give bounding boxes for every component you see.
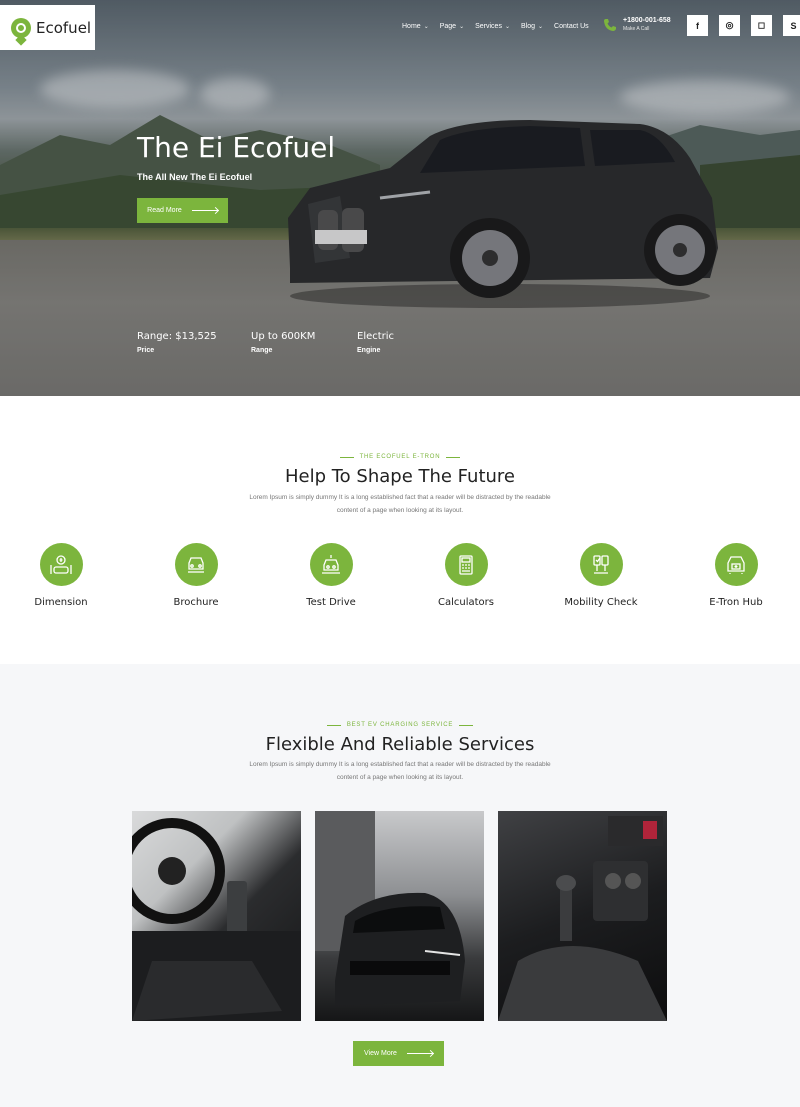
skype-icon[interactable]: S xyxy=(783,15,800,36)
arrow-right-icon xyxy=(191,210,218,211)
service-image-interior[interactable] xyxy=(132,811,301,1021)
stat-value: Up to 600KM xyxy=(251,331,316,342)
feature-calculators[interactable]: Calculators xyxy=(406,543,526,608)
feature-mobility-check[interactable]: Mobility Check xyxy=(541,543,661,608)
stat-price: Range: $13,525 Price xyxy=(137,331,217,354)
nav-item-home[interactable]: Home ⌄ xyxy=(402,23,429,30)
stat-label: Price xyxy=(137,347,155,354)
stat-value: Electric xyxy=(357,331,395,342)
feature-test-drive[interactable]: Test Drive xyxy=(271,543,391,608)
facebook-icon[interactable]: f xyxy=(687,15,708,36)
dimension-icon xyxy=(39,543,83,586)
feature-label: Mobility Check xyxy=(564,597,638,608)
eyebrow-text: THE ECOFUEL E-TRON xyxy=(359,454,441,460)
services-title: Flexible And Reliable Services xyxy=(265,734,535,755)
nav-label: Contact Us xyxy=(554,23,589,30)
features-title: Help To Shape The Future xyxy=(284,466,516,487)
logo[interactable]: Ecofuel xyxy=(0,5,95,50)
phone-icon xyxy=(604,18,616,31)
hero-overlay xyxy=(0,0,800,396)
calculator-icon xyxy=(444,543,488,586)
social-links: f ◎ ◻ S xyxy=(687,15,800,36)
nav-item-services[interactable]: Services ⌄ xyxy=(475,23,510,30)
chevron-down-icon: ⌄ xyxy=(423,24,429,30)
chevron-down-icon: ⌄ xyxy=(538,24,544,30)
phone-contact[interactable]: +1800-001-658 Make A Call xyxy=(603,17,671,32)
e-tron-hub-icon xyxy=(714,543,758,586)
stat-engine: Electric Engine xyxy=(357,331,394,354)
phone-number: +1800-001-658 xyxy=(623,17,671,24)
feature-label: Dimension xyxy=(34,597,88,608)
features-description: Lorem Ipsum is simply dummy It is a long… xyxy=(249,494,551,514)
logo-text: Ecofuel xyxy=(36,18,92,37)
feature-brochure[interactable]: Brochure xyxy=(136,543,256,608)
hero-title: The Ei Ecofuel xyxy=(137,131,336,164)
stat-range: Up to 600KM Range xyxy=(251,331,315,354)
nav-label: Blog xyxy=(520,23,535,30)
chevron-down-icon: ⌄ xyxy=(504,24,510,30)
feature-e-tron-hub[interactable]: E-Tron Hub xyxy=(676,543,796,608)
nav-label: Home xyxy=(402,23,421,30)
feature-label: Calculators xyxy=(438,597,494,608)
stat-label: Engine xyxy=(357,347,381,354)
nav-item-contact[interactable]: Contact Us xyxy=(554,23,589,30)
test-drive-icon xyxy=(309,543,353,586)
main-nav: Home ⌄ Page ⌄ Services ⌄ Blog ⌄ Contact Us xyxy=(402,23,600,30)
chevron-down-icon: ⌄ xyxy=(459,24,465,30)
service-image-gear-shift[interactable] xyxy=(498,811,667,1021)
button-label: Read More xyxy=(147,207,182,214)
feature-label: Brochure xyxy=(173,597,219,608)
mobility-check-icon xyxy=(579,543,623,586)
hero-section xyxy=(0,0,800,396)
eyebrow-text: BEST EV CHARGING SERVICE xyxy=(346,722,454,728)
github-icon[interactable]: ◎ xyxy=(719,15,740,36)
nav-label: Services xyxy=(475,23,502,30)
arrow-right-icon xyxy=(406,1053,433,1054)
feature-label: E-Tron Hub xyxy=(709,597,763,608)
stat-label: Range xyxy=(251,347,273,354)
feature-label: Test Drive xyxy=(306,597,356,608)
stat-value: Range: $13,525 xyxy=(137,331,217,342)
service-image-car-front[interactable] xyxy=(315,811,484,1021)
leaf-plug-icon xyxy=(11,17,31,38)
read-more-button[interactable]: Read More xyxy=(137,198,228,223)
instagram-icon[interactable]: ◻ xyxy=(751,15,772,36)
button-label: View More xyxy=(364,1050,397,1057)
view-more-button[interactable]: View More xyxy=(353,1041,444,1066)
nav-label: Page xyxy=(439,23,457,30)
nav-item-blog[interactable]: Blog ⌄ xyxy=(521,23,543,30)
phone-caption: Make A Call xyxy=(623,26,650,32)
nav-item-page[interactable]: Page ⌄ xyxy=(440,23,464,30)
features-eyebrow: THE ECOFUEL E-TRON xyxy=(0,454,800,460)
hero-subtitle: The All New The Ei Ecofuel xyxy=(137,172,253,182)
services-eyebrow: BEST EV CHARGING SERVICE xyxy=(0,722,800,728)
services-description: Lorem Ipsum is simply dummy It is a long… xyxy=(249,761,551,781)
feature-dimension[interactable]: Dimension xyxy=(1,543,121,608)
brochure-icon xyxy=(174,543,218,586)
